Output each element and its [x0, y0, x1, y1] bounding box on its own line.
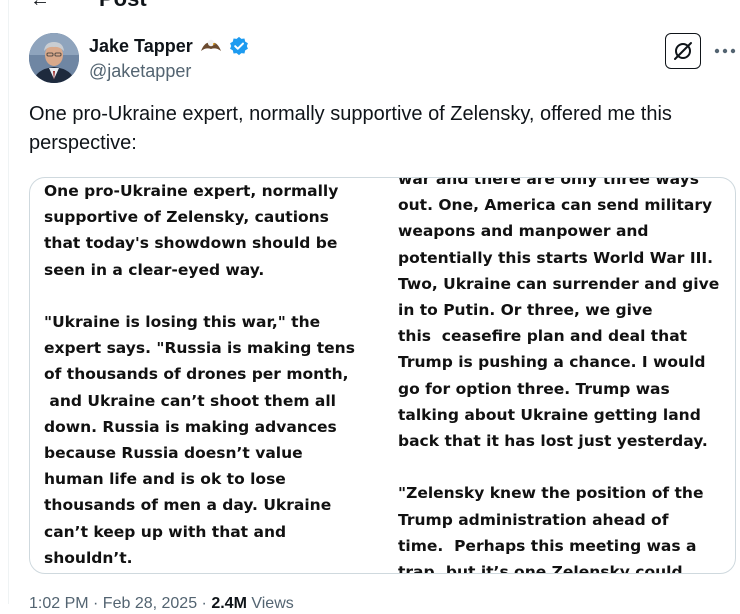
media-right-line: war and there are only three ways	[398, 177, 699, 188]
media-left-line: of thousands of drones per month,	[44, 365, 349, 384]
author-name[interactable]: Jake Tapper	[89, 35, 249, 57]
media-right-line: go for option three. Trump was	[398, 379, 670, 398]
verified-badge-icon[interactable]	[229, 36, 249, 56]
media-right-line: this ceasefire plan and deal that	[398, 327, 688, 346]
media-right-line: Trump administration ahead of	[398, 510, 669, 529]
media-left-line: One pro-Ukraine expert, normally	[44, 182, 339, 200]
post-timestamp[interactable]: 1:02 PM · Feb 28, 2025 · 2.4M Views	[29, 594, 294, 614]
media-right-line: time. Perhaps this meeting was a	[398, 536, 697, 555]
media-right-line: Trump is pushing a chance. I would	[398, 353, 706, 372]
page-title: Post	[99, 0, 147, 11]
media-left-line: that today's showdown should be	[44, 234, 338, 253]
media-left-line: thousands of men a day. Ukraine	[44, 496, 332, 515]
eagle-emoji-icon	[199, 37, 223, 55]
media-left-line: down. Russia is making advances	[44, 417, 337, 436]
media-left-line: expert says. "Russia is making tens	[44, 339, 355, 358]
author-handle[interactable]: @jaketapper	[89, 60, 191, 82]
grok-button[interactable]	[665, 33, 701, 69]
media-right-line: weapons and manpower and	[398, 222, 649, 241]
media-right-line: trap, but it’s one Zelensky could	[398, 563, 683, 574]
media-right-line	[398, 454, 728, 480]
top-bar: ← Post	[0, 0, 740, 12]
more-options-button[interactable]	[712, 38, 738, 64]
media-image[interactable]: One pro-Ukraine expert, normally supporti…	[29, 177, 736, 574]
media-left-line	[44, 283, 374, 309]
media-left-line: "Ukraine is losing this war," the	[44, 313, 321, 332]
media-right-line: "Zelensky knew the position of the	[398, 484, 704, 503]
media-left-column: One pro-Ukraine expert, normally supporti…	[44, 178, 374, 571]
media-right-column: war and there are only three ways out. On…	[398, 177, 728, 574]
media-left-line: human life and is ok to lose	[44, 470, 286, 489]
media-right-line: back that it has lost just yesterday.	[398, 432, 708, 451]
media-left-line: can’t keep up with that and	[44, 522, 287, 541]
media-left-line: and Ukraine can’t shoot them all	[44, 391, 336, 410]
back-arrow-icon[interactable]: ←	[30, 0, 50, 10]
media-left-line: supportive of Zelensky, cautions	[44, 208, 329, 227]
column-divider	[8, 0, 9, 604]
media-left-line: seen in a clear-eyed way.	[44, 260, 265, 279]
media-right-line: out. One, America can send military	[398, 196, 713, 215]
more-icon	[714, 48, 736, 54]
grok-icon	[674, 42, 692, 60]
tweet-text: One pro-Ukraine expert, normally support…	[29, 103, 672, 154]
media-left-line: because Russia doesn’t value	[44, 444, 303, 463]
media-right-line: Two, Ukraine can surrender and give	[398, 274, 720, 293]
author-name-text[interactable]: Jake Tapper	[89, 35, 193, 57]
media-right-line: talking about Ukraine getting land	[398, 405, 701, 424]
media-left-line: shouldn’t.	[44, 548, 133, 567]
media-right-line: potentially this starts World War III.	[398, 248, 714, 267]
media-right-line: in to Putin. Or three, we give	[398, 301, 653, 320]
avatar[interactable]	[29, 33, 79, 83]
